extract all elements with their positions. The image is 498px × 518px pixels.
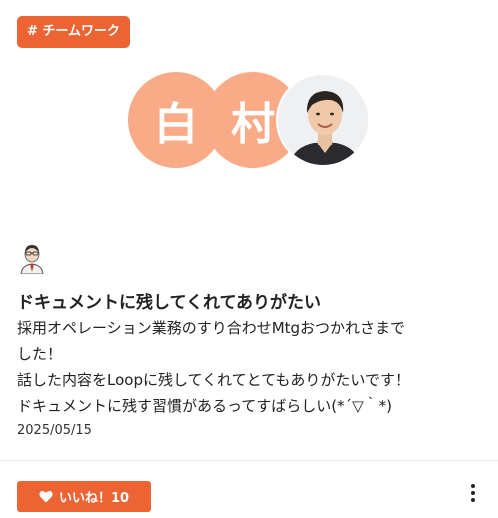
recipient-avatars: 白 村	[128, 72, 378, 168]
more-vertical-icon	[471, 484, 475, 488]
author-avatar[interactable]	[17, 241, 47, 275]
more-options-button[interactable]	[464, 481, 482, 505]
post-body-line: ドキュメントに残す習慣があるってすばらしい(*´▽｀*)	[17, 397, 392, 415]
post-date: 2025/05/15	[17, 423, 92, 438]
post-body-line: した！	[17, 345, 63, 363]
like-label: いいね！10	[58, 491, 130, 506]
person-photo-icon	[278, 75, 368, 165]
recipient-avatar-photo[interactable]	[276, 73, 370, 167]
post-title: ドキュメントに残してくれてありがたい	[17, 293, 321, 313]
author-illustration-icon	[20, 245, 44, 275]
more-vertical-icon	[471, 498, 475, 502]
post-body: 採用オペレーション業務のすり合わせMtgおつかれさまで した！ 話した内容をLo…	[17, 315, 487, 419]
heart-icon	[39, 491, 53, 503]
post-body-line: 話した内容をLoopに残してくれてとてもありがたいです！	[17, 371, 410, 389]
more-vertical-icon	[471, 491, 475, 495]
hashtag-badge[interactable]: # チームワーク	[17, 16, 131, 48]
post-body-line: 採用オペレーション業務のすり合わせMtgおつかれさまで	[17, 319, 406, 337]
like-button[interactable]: いいね！10	[17, 481, 151, 512]
divider	[0, 460, 498, 461]
